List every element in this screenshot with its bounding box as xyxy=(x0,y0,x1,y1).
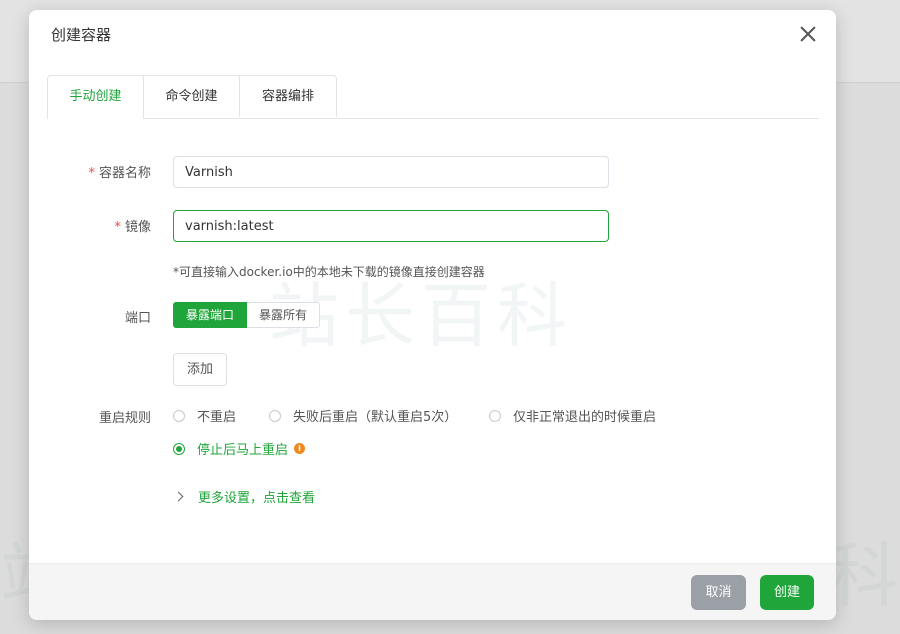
container-name-label: * 容器名称 xyxy=(88,166,151,181)
restart-always-radio[interactable]: 停止后马上重启 i xyxy=(173,439,306,458)
restart-policy-label: 重启规则 xyxy=(98,411,151,426)
create-container-dialog: 创建容器 站长百科 手动创建 命令创建 容器编排 *容器名称 *镜像 *可直接输… xyxy=(29,10,836,620)
port-label: 端口 xyxy=(124,311,151,326)
dialog-footer: 取消 创建 xyxy=(29,563,836,620)
chevron-right-icon xyxy=(173,491,184,502)
port-mode-toggle: 暴露端口 暴露所有 xyxy=(173,302,321,328)
cancel-button[interactable]: 取消 xyxy=(691,575,746,610)
container-name-input[interactable] xyxy=(173,156,609,188)
expose-port-button[interactable]: 暴露端口 xyxy=(173,302,248,328)
image-input[interactable] xyxy=(173,210,609,242)
close-icon[interactable] xyxy=(798,24,818,44)
dialog-header: 创建容器 xyxy=(29,10,836,58)
expose-all-button[interactable]: 暴露所有 xyxy=(247,302,321,328)
tab-bar: 手动创建 命令创建 容器编排 xyxy=(47,75,819,119)
dialog-title: 创建容器 xyxy=(51,26,112,44)
tab-container-orchestration[interactable]: 容器编排 xyxy=(239,75,337,117)
tab-command-create[interactable]: 命令创建 xyxy=(143,75,240,117)
required-mark: * xyxy=(114,220,121,235)
required-mark: * xyxy=(88,166,95,181)
radio-circle-checked xyxy=(173,442,185,455)
radio-circle xyxy=(173,409,185,422)
radio-circle xyxy=(269,409,281,422)
create-button[interactable]: 创建 xyxy=(760,575,814,610)
info-icon[interactable]: i xyxy=(294,443,306,454)
radio-circle xyxy=(489,409,501,422)
more-settings-toggle[interactable]: 更多设置，点击查看 xyxy=(173,487,315,506)
image-label: * 镜像 xyxy=(114,220,151,235)
tab-manual-create[interactable]: 手动创建 xyxy=(47,75,144,119)
restart-no-radio[interactable]: 不重启 xyxy=(173,406,236,425)
restart-on-failure-radio[interactable]: 失败后重启（默认重启5次） xyxy=(269,406,457,425)
add-port-button[interactable]: 添加 xyxy=(173,353,227,386)
image-hint: *可直接输入docker.io中的本地未下载的镜像直接创建容器 xyxy=(173,265,485,279)
restart-unless-abnormal-radio[interactable]: 仅非正常退出的时候重启 xyxy=(489,406,656,425)
